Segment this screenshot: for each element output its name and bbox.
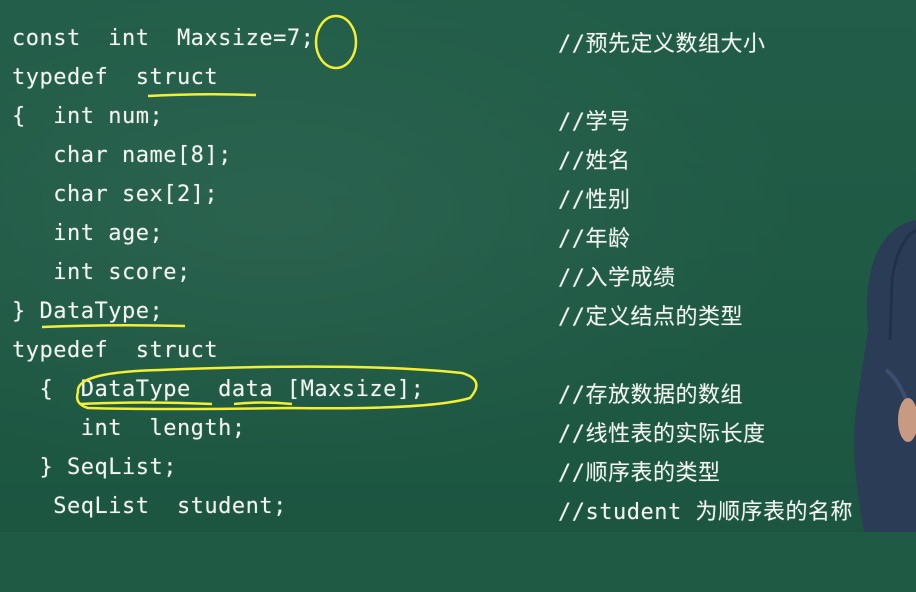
code-comment: //年龄 <box>558 227 631 252</box>
code-text: char sex[2]; <box>12 182 219 207</box>
code-text: { DataType data [Maxsize]; <box>12 377 425 402</box>
code-comment: //定义结点的类型 <box>558 305 743 330</box>
code-comment: //线性表的实际长度 <box>558 422 766 447</box>
code-comment: //顺序表的类型 <box>558 461 721 486</box>
code-line-7: int score; //入学成绩 <box>0 258 916 291</box>
code-text: int length; <box>12 416 246 441</box>
code-comment: //入学成绩 <box>558 266 676 291</box>
code-text: typedef struct <box>12 65 219 90</box>
code-text: char name[8]; <box>12 143 232 168</box>
code-text: int age; <box>12 221 164 246</box>
code-comment: //student 为顺序表的名称 <box>558 500 853 525</box>
code-text: int score; <box>12 260 191 285</box>
code-comment: //姓名 <box>558 149 631 174</box>
code-line-11: int length; //线性表的实际长度 <box>0 414 916 447</box>
code-text: typedef struct <box>12 338 219 363</box>
code-text: SeqList student; <box>12 494 287 519</box>
code-line-10: { DataType data [Maxsize]; //存放数据的数组 <box>0 375 916 408</box>
code-text: { int num; <box>12 104 164 129</box>
code-line-9: typedef struct <box>0 336 916 368</box>
chalkboard: const int Maxsize=7; //预先定义数组大小 typedef … <box>0 0 916 532</box>
code-comment: //预先定义数组大小 <box>558 32 766 57</box>
code-text: const int Maxsize=7; <box>12 26 315 51</box>
code-line-1: const int Maxsize=7; //预先定义数组大小 <box>0 24 916 57</box>
code-comment: //存放数据的数组 <box>558 383 743 408</box>
code-line-8: } DataType; //定义结点的类型 <box>0 297 916 330</box>
code-line-12: } SeqList; //顺序表的类型 <box>0 453 916 486</box>
code-line-13: SeqList student; //student 为顺序表的名称 <box>0 492 916 525</box>
code-line-4: char name[8]; //姓名 <box>0 141 916 174</box>
code-text: } SeqList; <box>12 455 177 480</box>
code-line-3: { int num; //学号 <box>0 102 916 135</box>
code-comment: //性别 <box>558 188 631 213</box>
code-line-2: typedef struct <box>0 63 916 95</box>
code-text: } DataType; <box>12 299 164 324</box>
code-line-5: char sex[2]; //性别 <box>0 180 916 213</box>
code-line-6: int age; //年龄 <box>0 219 916 252</box>
code-comment: //学号 <box>558 110 631 135</box>
presenter-figure <box>854 220 916 532</box>
